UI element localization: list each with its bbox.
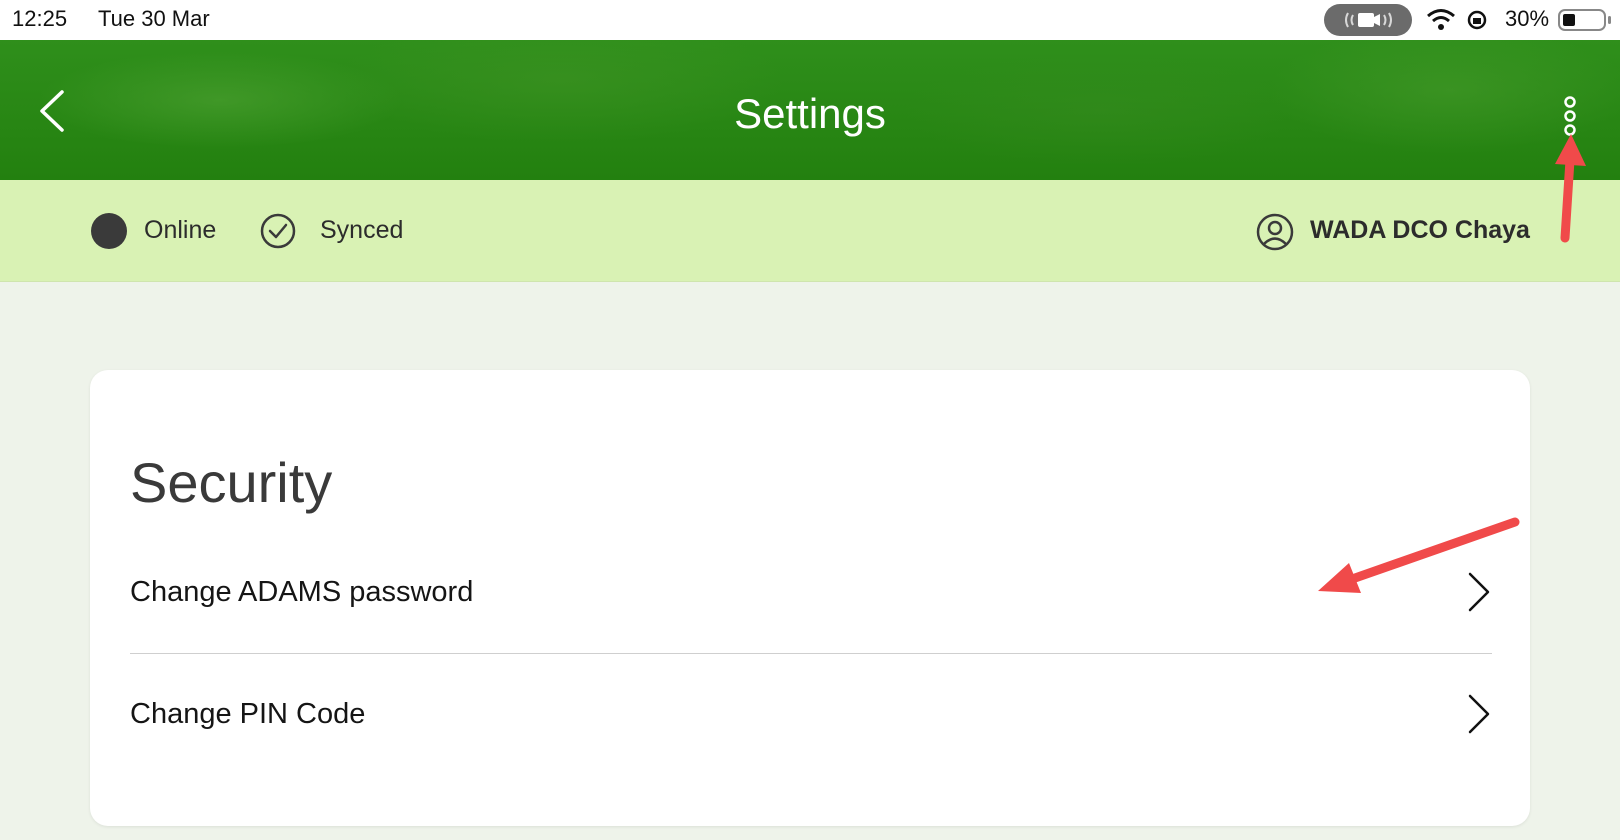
more-options-button[interactable]	[1556, 96, 1584, 140]
wifi-icon	[1427, 9, 1487, 30]
more-vertical-icon	[1564, 96, 1576, 136]
online-status-icon	[91, 213, 127, 249]
row-label: Change PIN Code	[130, 698, 366, 730]
change-adams-password-row[interactable]: Change ADAMS password	[130, 534, 1492, 654]
status-time: 12:25	[12, 6, 68, 31]
status-date: Tue 30 Mar	[98, 6, 210, 31]
synced-label: Synced	[320, 216, 404, 244]
user-name: WADA DCO Chaya	[1310, 216, 1530, 244]
section-title: Security	[130, 451, 333, 514]
user-avatar-icon	[1256, 213, 1294, 251]
system-status-bar: 12:25 Tue 30 Mar 30%	[0, 0, 1620, 40]
chevron-right-icon	[1468, 572, 1490, 612]
app-header: Settings	[0, 40, 1620, 180]
row-label: Change ADAMS password	[130, 576, 474, 608]
chevron-right-icon	[1468, 694, 1490, 734]
battery-icon	[1558, 9, 1611, 31]
status-indicators: 30%	[1425, 5, 1615, 35]
online-label: Online	[144, 216, 217, 244]
synced-check-icon	[260, 213, 296, 249]
screen-recording-icon	[1345, 12, 1392, 28]
security-card: Security Change ADAMS password Change PI…	[90, 370, 1530, 826]
screen-recording-pill	[1324, 4, 1412, 36]
battery-percent: 30%	[1505, 6, 1550, 31]
change-pin-code-row[interactable]: Change PIN Code	[130, 656, 1492, 776]
page-title: Settings	[734, 90, 886, 137]
connection-status-bar: Online Synced WADA DCO Chaya	[0, 180, 1620, 282]
